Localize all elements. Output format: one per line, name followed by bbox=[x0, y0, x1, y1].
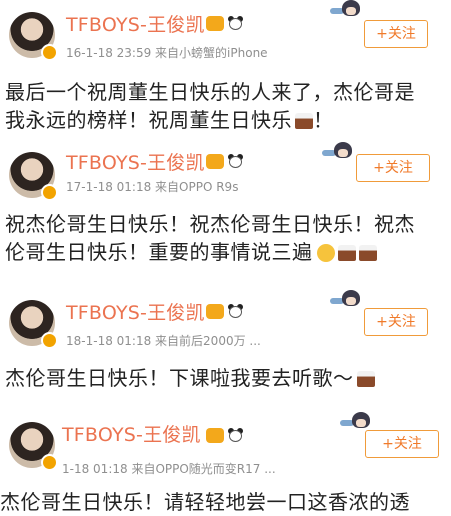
follow-button[interactable]: +关注 bbox=[364, 20, 428, 48]
crown-icon bbox=[206, 304, 224, 319]
post-text: 杰伦哥生日快乐！下课啦我要去听歌～ bbox=[5, 364, 447, 392]
verified-badge-icon bbox=[41, 332, 58, 349]
avatar[interactable] bbox=[9, 152, 58, 201]
follow-button[interactable]: +关注 bbox=[364, 308, 428, 336]
post-text-line: 伦哥生日快乐！重要的事情说三遍 bbox=[5, 238, 447, 266]
username[interactable]: TFBOYS-王俊凯 bbox=[66, 298, 205, 325]
post-text-line: 最后一个祝周董生日快乐的人来了，杰伦哥是 bbox=[5, 80, 415, 104]
username[interactable]: TFBOYS-王俊凯 bbox=[66, 148, 205, 175]
verified-badge-icon bbox=[41, 184, 58, 201]
post-text: 祝杰伦哥生日快乐！祝杰伦哥生日快乐！祝杰 伦哥生日快乐！重要的事情说三遍 bbox=[5, 210, 447, 266]
weibo-post-1: TFBOYS-王俊凯 16-1-18 23:59 来自小螃蟹的iPhone +关… bbox=[0, 0, 451, 140]
username[interactable]: TFBOYS-王俊凯 bbox=[66, 10, 205, 37]
smiley-icon bbox=[316, 244, 335, 262]
verified-badge-icon bbox=[41, 44, 58, 61]
avatar[interactable] bbox=[9, 300, 58, 349]
weibo-post-3: TFBOYS-王俊凯 18-1-18 01:18 来自前后2000万 ... +… bbox=[0, 290, 451, 394]
post-meta: 18-1-18 01:18 来自前后2000万 ... bbox=[66, 334, 261, 348]
panda-icon bbox=[227, 16, 244, 31]
avatar[interactable] bbox=[9, 422, 58, 471]
crown-icon bbox=[206, 16, 224, 31]
post-text: 最后一个祝周董生日快乐的人来了，杰伦哥是 我永远的榜样！祝周董生日快乐！ bbox=[5, 78, 447, 134]
crown-icon bbox=[206, 154, 224, 169]
post-text: 杰伦哥生日快乐！请轻轻地尝一口这香浓的透 bbox=[0, 488, 442, 516]
post-text-line: 我永远的榜样！祝周董生日快乐！ bbox=[5, 108, 334, 132]
verified-badge-icon bbox=[41, 454, 58, 471]
follow-button[interactable]: +关注 bbox=[365, 430, 439, 458]
cake-icon bbox=[356, 371, 375, 387]
post-text-line: 祝杰伦哥生日快乐！祝杰伦哥生日快乐！祝杰 bbox=[5, 212, 415, 236]
weibo-post-2: TFBOYS-王俊凯 17-1-18 01:18 来自OPPO R9s +关注 … bbox=[0, 142, 451, 280]
panda-icon bbox=[227, 428, 244, 443]
cake-icon bbox=[337, 245, 356, 261]
post-meta: 17-1-18 01:18 来自OPPO R9s bbox=[66, 180, 239, 194]
follow-button[interactable]: +关注 bbox=[356, 154, 430, 182]
cake-icon bbox=[358, 245, 377, 261]
post-meta: 16-1-18 23:59 来自小螃蟹的iPhone bbox=[66, 46, 268, 60]
avatar[interactable] bbox=[9, 12, 58, 61]
post-text-line: 杰伦哥生日快乐！下课啦我要去听歌～ bbox=[5, 364, 447, 392]
panda-icon bbox=[227, 304, 244, 319]
weibo-post-4: TFBOYS-王俊凯 1-18 01:18 来自OPPO随光而变R17 ... … bbox=[0, 412, 451, 514]
follow-decoration-icon bbox=[330, 0, 370, 22]
username[interactable]: TFBOYS-王俊凯 bbox=[62, 420, 201, 447]
crown-icon bbox=[206, 428, 224, 443]
panda-icon bbox=[227, 154, 244, 169]
post-meta: 1-18 01:18 来自OPPO随光而变R17 ... bbox=[62, 462, 276, 476]
cake-icon bbox=[295, 113, 313, 129]
post-text-line: 杰伦哥生日快乐！请轻轻地尝一口这香浓的透 bbox=[0, 490, 410, 514]
